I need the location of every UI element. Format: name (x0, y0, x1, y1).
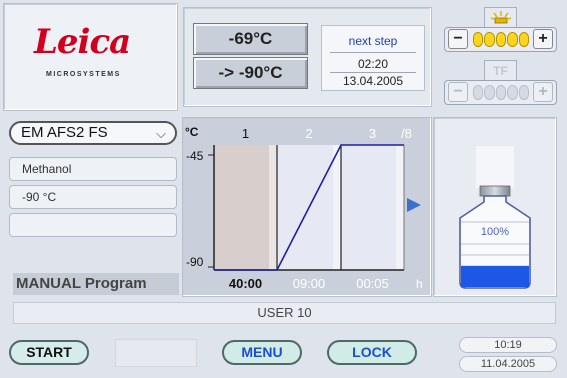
light-level-segment (473, 32, 484, 47)
leica-logo: Leica (34, 22, 131, 62)
clock-date: 11.04.2005 (459, 356, 557, 372)
reservoir-level-label: 100% (481, 226, 509, 238)
light-level-indicator (473, 32, 530, 47)
total-steps-label: /8 (401, 126, 412, 141)
device-select[interactable]: EM AFS2 FS ⌵ (9, 121, 177, 145)
device-select-value: EM AFS2 FS (21, 124, 108, 141)
next-step-box: next step 02:20 13.04.2005 (321, 25, 425, 91)
tf-plus-button[interactable]: + (533, 82, 553, 102)
light-control: − + (444, 7, 557, 59)
start-button[interactable]: START (9, 340, 89, 365)
next-step-label: next step (348, 34, 398, 48)
bottle-icon: 100% (459, 146, 531, 289)
light-level-segment (484, 32, 495, 47)
tf-level-segment (484, 85, 495, 100)
program-graph: °C -45 -90 1 40:00 2 09:00 3 00:05/8 h (185, 125, 423, 291)
divider (330, 52, 416, 53)
light-level-segment (518, 32, 530, 47)
chevron-down-icon: ⌵ (156, 126, 166, 141)
step-shade (396, 145, 404, 270)
empty-field (9, 213, 177, 237)
medium-field: Methanol (9, 157, 177, 181)
tf-label: TF (493, 63, 508, 78)
step-block (214, 145, 277, 270)
time-unit-label: h (416, 277, 423, 291)
current-temperature: -69°C (193, 23, 308, 55)
clock-time: 10:19 (459, 337, 557, 353)
step-number: 1 (242, 126, 249, 141)
next-step-time: 02:20 (357, 57, 389, 71)
medium-temperature-field: -90 °C (9, 185, 177, 209)
program-label: MANUAL Program (13, 273, 179, 295)
tf-level-indicator (473, 85, 530, 100)
y-tick-label: -45 (186, 149, 204, 163)
step-number: 3 (369, 126, 376, 141)
blank-button (115, 339, 197, 367)
user-bar: USER 10 (13, 302, 556, 324)
light-plus-button[interactable]: + (533, 29, 553, 49)
light-level-segment (507, 32, 518, 47)
step-shade (333, 145, 341, 270)
step-duration: 40:00 (229, 276, 262, 291)
menu-button[interactable]: MENU (222, 340, 302, 365)
step-duration: 00:05 (356, 276, 389, 291)
tf-level-segment (473, 85, 484, 100)
step-shade (269, 145, 277, 270)
light-minus-button[interactable]: − (448, 29, 468, 49)
y-tick-label: -90 (186, 255, 204, 269)
tf-minus-button[interactable]: − (448, 82, 468, 102)
step-duration: 09:00 (293, 276, 326, 291)
tf-tab: TF (484, 60, 517, 80)
next-step-date: 13.04.2005 (342, 74, 404, 88)
lock-button[interactable]: LOCK (327, 340, 417, 365)
step-block (341, 145, 404, 270)
tf-level-segment (495, 85, 507, 100)
logo-subtitle: MICROSYSTEMS (46, 71, 121, 78)
divider (330, 72, 416, 73)
target-temperature: -> -90°C (193, 57, 308, 89)
tf-control: TF − + (444, 60, 557, 112)
step-number: 2 (305, 126, 312, 141)
unit-label: °C (185, 125, 199, 139)
tf-level-segment (518, 85, 530, 100)
arrow-right-icon[interactable] (407, 198, 421, 212)
lamp-icon (490, 10, 511, 23)
tf-level-segment (507, 85, 518, 100)
logo-panel: Leica MICROSYSTEMS (3, 3, 178, 111)
light-level-segment (495, 32, 507, 47)
lamp-tab (484, 7, 517, 27)
reservoir-panel: 100% (433, 117, 557, 297)
